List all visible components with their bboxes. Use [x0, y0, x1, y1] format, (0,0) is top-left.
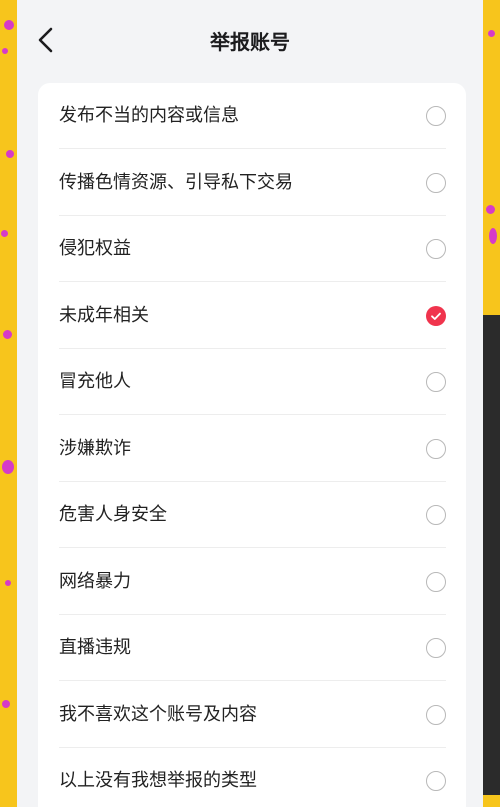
radio-unchecked-icon[interactable]	[426, 638, 446, 658]
confetti-dot	[1, 230, 8, 237]
radio-unchecked-icon[interactable]	[426, 239, 446, 259]
report-option-row[interactable]: 网络暴力	[38, 549, 466, 615]
radio-unchecked-icon[interactable]	[426, 571, 446, 592]
report-option-label: 网络暴力	[59, 570, 131, 592]
radio-unchecked-icon[interactable]	[426, 704, 446, 725]
report-option-label: 直播违规	[59, 637, 131, 658]
radio-checked-icon[interactable]	[426, 305, 446, 326]
report-option-label: 危害人身安全	[59, 504, 167, 525]
radio-unchecked-icon[interactable]	[426, 505, 446, 525]
report-option-row[interactable]: 侵犯权益	[38, 216, 466, 282]
confetti-dot	[2, 48, 8, 54]
radio-unchecked-icon[interactable]	[426, 172, 446, 193]
report-option-row[interactable]: 涉嫌欺诈	[38, 416, 466, 482]
confetti-dot	[2, 700, 10, 708]
radio-unchecked-icon[interactable]	[426, 372, 446, 392]
confetti-dot	[489, 228, 497, 244]
report-option-row[interactable]: 直播违规	[38, 615, 466, 681]
nav-bar: 举报账号	[17, 0, 483, 80]
report-option-label: 发布不当的内容或信息	[59, 105, 239, 126]
report-option-row[interactable]: 冒充他人	[38, 349, 466, 415]
confetti-dot	[488, 30, 495, 37]
radio-unchecked-icon[interactable]	[426, 106, 446, 126]
confetti-dot	[5, 580, 11, 586]
report-option-label: 冒充他人	[59, 371, 131, 392]
page-title: 举报账号	[210, 30, 290, 54]
radio-unchecked-icon[interactable]	[426, 438, 446, 459]
confetti-dot	[3, 330, 12, 339]
report-page: 举报账号 发布不当的内容或信息传播色情资源、引导私下交易 侵犯权益未成年相关冒充他…	[17, 0, 483, 807]
report-option-row[interactable]: 发布不当的内容或信息	[38, 83, 466, 149]
confetti-dot	[486, 205, 495, 214]
report-option-row[interactable]: 以上没有我想举报的类型	[38, 748, 466, 807]
report-option-label: 侵犯权益	[59, 238, 131, 259]
report-option-row[interactable]: 传播色情资源、引导私下交易	[38, 150, 466, 216]
report-option-label: 未成年相关	[59, 304, 149, 326]
confetti-dot	[6, 150, 14, 158]
report-options-list: 发布不当的内容或信息传播色情资源、引导私下交易 侵犯权益未成年相关冒充他人涉嫌欺诈…	[38, 83, 466, 807]
checkmark-icon	[431, 312, 441, 320]
report-option-label: 我不喜欢这个账号及内容	[59, 703, 257, 725]
report-option-label: 涉嫌欺诈	[59, 437, 131, 459]
report-option-label: 以上没有我想举报的类型	[59, 770, 257, 791]
radio-unchecked-icon[interactable]	[426, 771, 446, 791]
report-option-row[interactable]: 未成年相关	[38, 283, 466, 349]
report-option-row[interactable]: 我不喜欢这个账号及内容	[38, 682, 466, 748]
report-option-row[interactable]: 危害人身安全	[38, 482, 466, 548]
report-option-label: 传播色情资源、引导私下交易	[59, 171, 293, 193]
confetti-dot	[4, 20, 14, 30]
confetti-dot	[2, 460, 14, 474]
